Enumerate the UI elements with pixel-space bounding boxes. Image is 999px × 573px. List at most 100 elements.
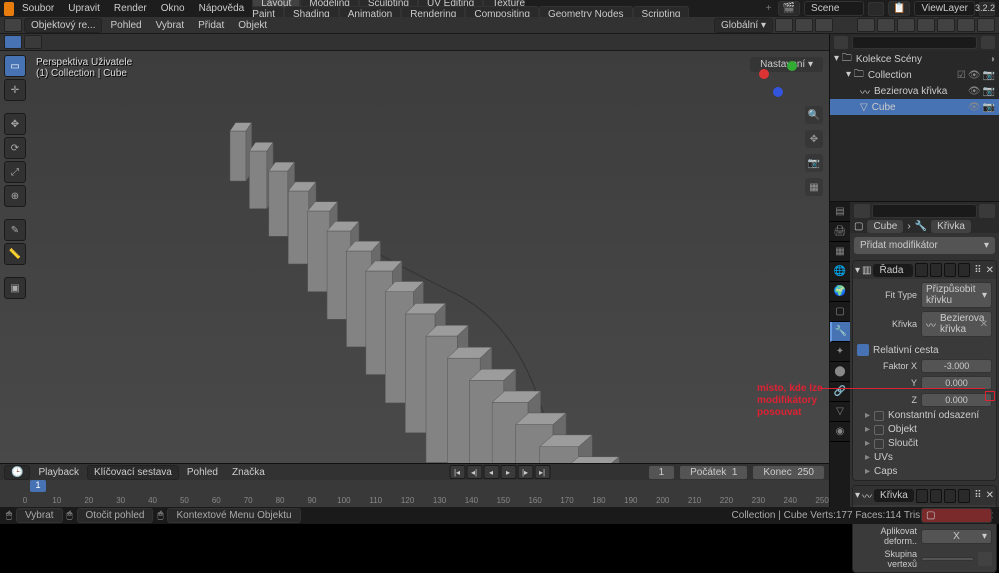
merge-checkbox[interactable] [874, 439, 884, 449]
mod-edit-toggle[interactable] [930, 263, 942, 277]
play-button[interactable]: ▸ [500, 465, 516, 479]
mod-delete-button[interactable]: ✕ [986, 490, 994, 501]
outliner-search[interactable] [852, 36, 977, 49]
outliner-filter-icon[interactable] [981, 36, 995, 49]
modifier-expand-icon[interactable]: ▾ [855, 265, 860, 276]
keyframe-next-button[interactable]: |▸ [517, 465, 533, 479]
header-select[interactable]: Vybrat [150, 18, 191, 33]
mod-render-toggle[interactable] [944, 263, 956, 277]
new-scene-button[interactable] [868, 2, 884, 16]
props-editor-icon[interactable] [854, 204, 870, 218]
current-frame-field[interactable]: 1 [648, 465, 676, 480]
menu-help[interactable]: Nápověda [193, 1, 251, 16]
const-offset-checkbox[interactable] [874, 411, 884, 421]
timeline-marker[interactable]: Značka [226, 465, 271, 480]
jump-start-button[interactable]: |◂ [449, 465, 465, 479]
gizmo-toggle[interactable] [857, 18, 875, 32]
factor-z-field[interactable]: 0.000 [921, 393, 992, 407]
xray-toggle[interactable] [897, 18, 915, 32]
add-workspace-button[interactable]: + [762, 3, 776, 14]
tab-render-icon[interactable]: ▤ [830, 202, 850, 222]
mod-extras-icon[interactable]: ⠿ [974, 265, 981, 276]
playhead[interactable]: 1 [30, 480, 46, 492]
cursor-icon[interactable] [24, 35, 42, 49]
add-modifier-dropdown[interactable]: Přidat modifikátor [853, 236, 996, 255]
tab-data-icon[interactable]: ▽ [830, 402, 850, 422]
keyframe-prev-button[interactable]: ◂| [466, 465, 482, 479]
outliner-cube-row[interactable]: ▽Cube 👁📷 [830, 99, 999, 115]
outliner-mode-icon[interactable] [834, 36, 848, 49]
modifier-name-field[interactable]: Křivka [874, 489, 914, 502]
tab-viewlayer-icon[interactable]: ▦ [830, 242, 850, 262]
end-frame-field[interactable]: Konec 250 [752, 465, 825, 480]
menu-edit[interactable]: Upravit [62, 1, 106, 16]
props-options-icon[interactable] [979, 204, 995, 218]
fit-type-dropdown[interactable]: Přizpůsobit křivku▾ [921, 282, 992, 308]
outliner-bezier-row[interactable]: 〰Bezierova křivka 👁📷 [830, 83, 999, 99]
menu-render[interactable]: Render [108, 1, 153, 16]
viewlayer-field[interactable]: ViewLayer [914, 1, 975, 16]
tab-material-icon[interactable]: ◉ [830, 422, 850, 442]
timeline-editor-icon[interactable]: 🕒 [4, 465, 30, 480]
vertex-group-field[interactable] [921, 557, 974, 561]
editor-type-icon[interactable] [4, 18, 22, 32]
mod-realtime-toggle[interactable] [916, 489, 928, 503]
tab-particles-icon[interactable]: ✦ [830, 342, 850, 362]
mod-edit-toggle[interactable] [930, 489, 942, 503]
pivot-button[interactable] [775, 18, 793, 32]
tab-output-icon[interactable]: 🖨 [830, 222, 850, 242]
modifier-expand-icon[interactable]: ▾ [855, 490, 860, 501]
object-offset-checkbox[interactable] [874, 425, 884, 435]
viewlayer-dropdown[interactable]: 📋 [888, 1, 910, 16]
select-box-icon[interactable] [4, 35, 22, 49]
mod-delete-button[interactable]: ✕ [986, 265, 994, 276]
tab-object-icon[interactable]: ▢ [830, 302, 850, 322]
snap-button[interactable] [795, 18, 813, 32]
3d-viewport[interactable]: Nastavení ▾ Perspektiva Uživatele (1) Co… [0, 51, 829, 463]
timeline-view[interactable]: Pohled [181, 465, 224, 480]
timeline-track[interactable]: 1 01020304050607080901001101201301401501… [0, 480, 829, 507]
jump-end-button[interactable]: ▸| [534, 465, 550, 479]
curve-object-field[interactable]: 〰Bezierova křivka✕ [921, 311, 992, 337]
header-add[interactable]: Přidat [192, 18, 230, 33]
menu-window[interactable]: Okno [155, 1, 191, 16]
relative-offset-checkbox[interactable] [857, 344, 869, 356]
props-search[interactable] [872, 204, 977, 218]
outliner-scene-row[interactable]: ▾ 🗀Kolekce Scény ◑ [830, 51, 999, 67]
mod-render-toggle[interactable] [944, 489, 956, 503]
start-frame-field[interactable]: Počátek 1 [679, 465, 748, 480]
scene-dropdown[interactable]: 🎬 [778, 1, 800, 16]
mode-dropdown[interactable]: Objektový re... [24, 18, 102, 33]
header-view[interactable]: Pohled [104, 18, 147, 33]
shading-solid[interactable] [937, 18, 955, 32]
mod-cage-toggle[interactable] [958, 263, 970, 277]
restrict-icon[interactable]: ◑ [989, 54, 995, 65]
shading-rendered[interactable] [977, 18, 995, 32]
outliner-collection-row[interactable]: ▾ 🗀Collection ☑👁📷 [830, 67, 999, 83]
deform-axis-dropdown[interactable]: X▾ [921, 529, 992, 544]
factor-x-field[interactable]: -3.000 [921, 359, 992, 373]
modifier-name-field[interactable]: Řada [873, 264, 913, 277]
tab-modifier-icon[interactable]: 🔧 [830, 322, 850, 342]
shading-wireframe[interactable] [917, 18, 935, 32]
tab-scene-icon[interactable]: 🌐 [830, 262, 850, 282]
timeline-keying[interactable]: Klíčovací sestava [87, 465, 179, 480]
tab-constraints-icon[interactable]: 🔗 [830, 382, 850, 402]
tab-world-icon[interactable]: 🌍 [830, 282, 850, 302]
orientation-dropdown[interactable]: Globální ▾ [714, 18, 773, 33]
timeline-playback[interactable]: Playback [32, 465, 85, 480]
header-object[interactable]: Objekt [232, 18, 273, 33]
vg-invert-button[interactable] [978, 552, 992, 566]
menu-file[interactable]: Soubor [16, 1, 60, 16]
overlay-toggle[interactable] [877, 18, 895, 32]
scene-field[interactable]: Scene [804, 1, 864, 16]
mod-realtime-toggle[interactable] [915, 263, 927, 277]
outliner[interactable]: ▾ 🗀Kolekce Scény ◑ ▾ 🗀Collection ☑👁📷 〰Be… [830, 51, 999, 201]
shading-material[interactable] [957, 18, 975, 32]
proportional-button[interactable] [815, 18, 833, 32]
mod-extras-icon[interactable]: ⠿ [974, 490, 981, 501]
curve-object-field[interactable]: ▢ [921, 508, 992, 523]
collection-toggle[interactable]: ☑ [957, 70, 966, 81]
mod-cage-toggle[interactable] [958, 489, 970, 503]
tab-physics-icon[interactable]: ⬤ [830, 362, 850, 382]
